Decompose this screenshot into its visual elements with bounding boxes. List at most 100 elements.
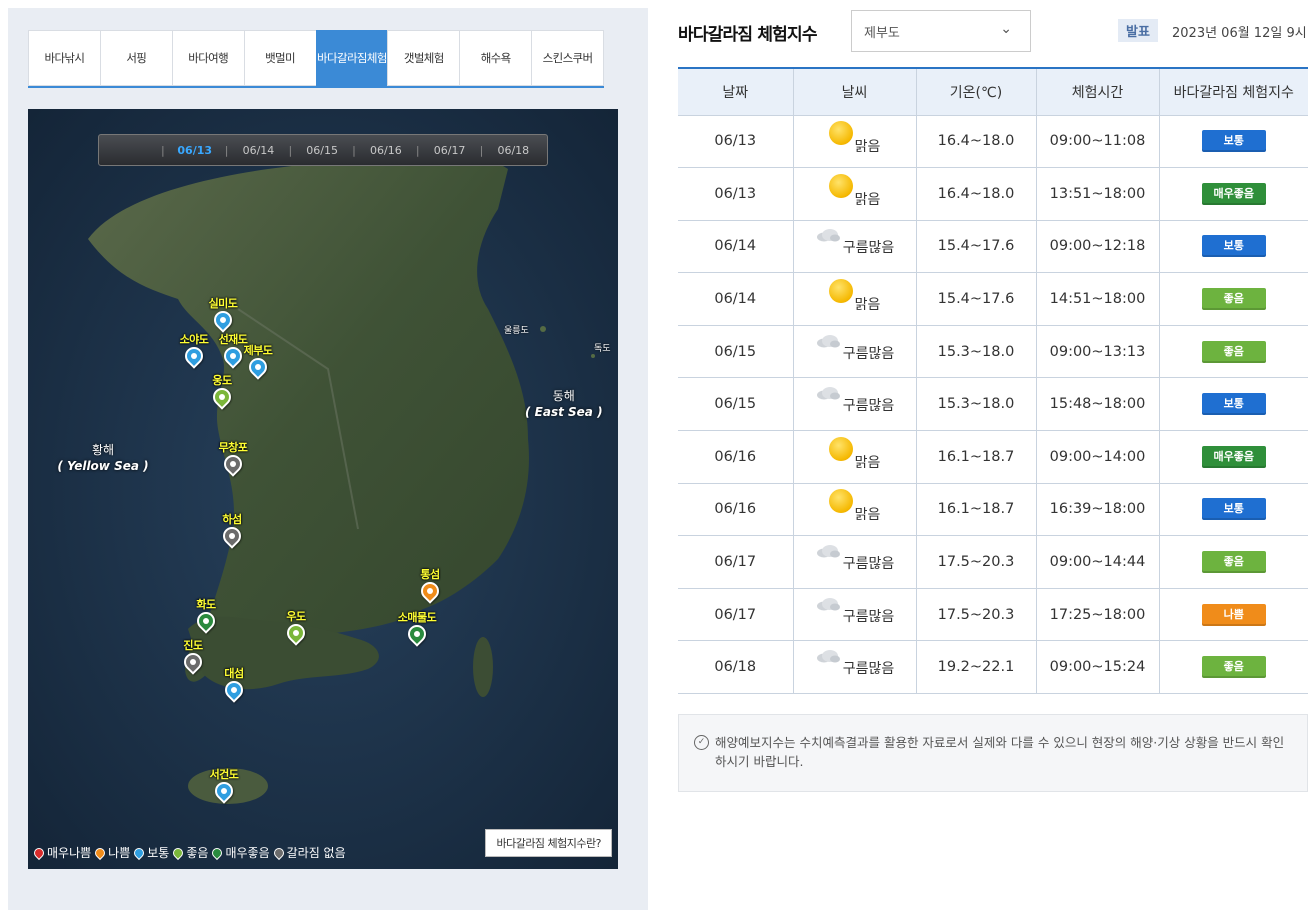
map-site-label: 하섬 — [222, 513, 242, 526]
table-row: 06/13 맑음 16.4~18.0 09:00~11:08 보통 — [678, 115, 1308, 169]
cloud-icon — [815, 544, 841, 558]
weather: 구름많음 — [815, 597, 894, 625]
index-badge: 좋음 — [1201, 551, 1266, 574]
tab-1[interactable]: 바다낚시 — [28, 30, 100, 86]
date-item-06-14[interactable]: 06/14 — [232, 144, 284, 157]
date-item-06-15[interactable]: 06/15 — [296, 144, 348, 157]
temperature-cell: 15.4~17.6 — [915, 220, 1036, 274]
date-cell: 06/17 — [678, 535, 793, 589]
map-site-label: 진도 — [183, 639, 203, 652]
cloud-icon — [815, 228, 841, 242]
cloud-icon — [815, 386, 841, 400]
map-site-label: 제부도 — [243, 344, 273, 357]
weather-cell: 구름많음 — [792, 220, 916, 274]
time-cell: 13:51~18:00 — [1035, 167, 1159, 221]
column-header: 체험시간 — [1035, 67, 1159, 116]
forecast-table: 날짜 날씨 기온(℃) 체험시간 바다갈라짐 체험지수 06/13 맑음 16.4~18.0… — [678, 67, 1308, 695]
map-pin-icon — [210, 845, 225, 860]
published-time: 2023년 06월 12일 9시 — [1172, 26, 1307, 41]
time-cell: 09:00~12:18 — [1035, 220, 1159, 274]
time-cell: 15:48~18:00 — [1035, 377, 1159, 432]
date-cell: 06/15 — [678, 325, 793, 379]
weather: 구름많음 — [815, 229, 894, 256]
tab-4[interactable]: 뱃멀미 — [243, 30, 316, 86]
sun-icon — [828, 121, 853, 146]
index-badge: 보통 — [1201, 498, 1266, 521]
tab-6[interactable]: 갯벌체험 — [387, 30, 460, 86]
tab-5[interactable]: 바다갈라짐체험 — [315, 30, 388, 86]
cloud-icon — [815, 334, 841, 348]
legend-item: 보통 — [132, 844, 169, 861]
map-pin-icon — [31, 845, 47, 860]
tab-3[interactable]: 바다여행 — [171, 30, 244, 86]
date-item-06-18[interactable]: 06/18 — [487, 144, 539, 157]
sun-icon — [828, 436, 853, 461]
map-site-label: 소야도 — [179, 333, 209, 346]
tab-2[interactable]: 서핑 — [99, 30, 172, 86]
map-pin-icon — [171, 845, 186, 860]
weather-cell: 맑음 — [792, 167, 916, 221]
date-cell: 06/16 — [678, 430, 793, 484]
cloud-icon — [815, 597, 841, 611]
weather: 구름많음 — [815, 334, 894, 362]
index-cell: 매우좋음 — [1158, 167, 1308, 221]
weather: 구름많음 — [815, 650, 894, 677]
chevron-down-icon: ⌄ — [1000, 21, 1012, 37]
yellow-sea-label: 황해 ( Yellow Sea ) — [57, 443, 149, 473]
index-cell: 보통 — [1158, 483, 1308, 537]
tab-8[interactable]: 스킨스쿠버 — [531, 30, 604, 86]
weather-text: 맑음 — [854, 454, 881, 471]
left-panel: 바다낚시서핑바다여행뱃멀미바다갈라짐체험갯벌체험해수욕스킨스쿠버 — [8, 8, 648, 910]
date-separator: | — [224, 143, 229, 157]
map-site-label: 우도 — [286, 610, 306, 623]
time-cell: 17:25~18:00 — [1035, 588, 1159, 642]
weather-text: 맑음 — [854, 297, 881, 314]
date-item-06-17[interactable]: 06/17 — [424, 144, 476, 157]
sun-icon — [828, 489, 853, 514]
date-cell: 06/14 — [678, 272, 793, 326]
time-cell: 09:00~14:44 — [1035, 535, 1159, 589]
table-row: 06/15 구름많음 15.3~18.0 15:48~18:00 보통 — [678, 377, 1308, 432]
tab-7[interactable]: 해수욕 — [459, 30, 532, 86]
table-row: 06/17 구름많음 17.5~20.3 09:00~14:44 좋음 — [678, 535, 1308, 589]
map-site-label: 웅도 — [212, 374, 232, 387]
date-separator: | — [352, 143, 356, 157]
table-row: 06/13 맑음 16.4~18.0 13:51~18:00 매우좋음 — [678, 167, 1308, 221]
index-badge: 보통 — [1201, 235, 1266, 258]
date-item-06-13[interactable]: 06/13 — [169, 144, 221, 157]
weather: 구름많음 — [815, 387, 894, 414]
weather: 맑음 — [828, 436, 880, 471]
index-badge: 매우좋음 — [1201, 182, 1266, 205]
published-badge: 발표 — [1118, 19, 1158, 42]
legend-label: 매우좋음 — [225, 846, 270, 860]
date-cell: 06/16 — [678, 483, 793, 537]
index-cell: 좋음 — [1158, 272, 1308, 326]
time-cell: 14:51~18:00 — [1035, 272, 1159, 326]
date-item-06-16[interactable]: 06/16 — [360, 144, 412, 157]
date-selector: | 06/13 | 06/14 | 06/15 | 06/16 | 06/17 | 06/18 — [98, 134, 548, 166]
index-cell: 나쁨 — [1158, 588, 1308, 642]
column-header: 기온(℃) — [915, 67, 1036, 116]
map-area: | 06/13 | 06/14 | 06/15 | 06/16 | 06/17 | 06/18 황해 … — [28, 109, 618, 869]
map-pin-icon — [93, 845, 108, 860]
index-badge: 좋음 — [1201, 340, 1266, 363]
weather: 맑음 — [828, 279, 880, 313]
date-cell: 06/17 — [678, 588, 793, 642]
temperature-cell: 16.1~18.7 — [915, 483, 1036, 537]
index-help-button[interactable]: 바다갈라짐 체험지수란? — [485, 829, 612, 857]
map-site-label: 무창포 — [218, 441, 248, 454]
temperature-cell: 19.2~22.1 — [915, 640, 1036, 695]
date-cell: 06/13 — [678, 167, 793, 221]
index-cell: 좋음 — [1158, 535, 1308, 589]
region-select[interactable]: 제부도 ⌄ — [851, 10, 1031, 52]
table-row: 06/16 맑음 16.1~18.7 16:39~18:00 보통 — [678, 483, 1308, 537]
weather-cell: 구름많음 — [792, 377, 916, 432]
weather-text: 구름많음 — [842, 608, 895, 625]
notice-box: ✓ 해양예보지수는 수치예측결과를 활용한 자료로서 실제와 다를 수 있으니 … — [678, 714, 1308, 792]
weather-text: 구름많음 — [842, 345, 895, 362]
index-badge: 나쁨 — [1201, 603, 1266, 626]
index-cell: 좋음 — [1158, 640, 1308, 695]
legend-item: 매우좋음 — [210, 844, 270, 861]
time-cell: 16:39~18:00 — [1035, 483, 1159, 537]
weather: 맑음 — [828, 121, 880, 155]
